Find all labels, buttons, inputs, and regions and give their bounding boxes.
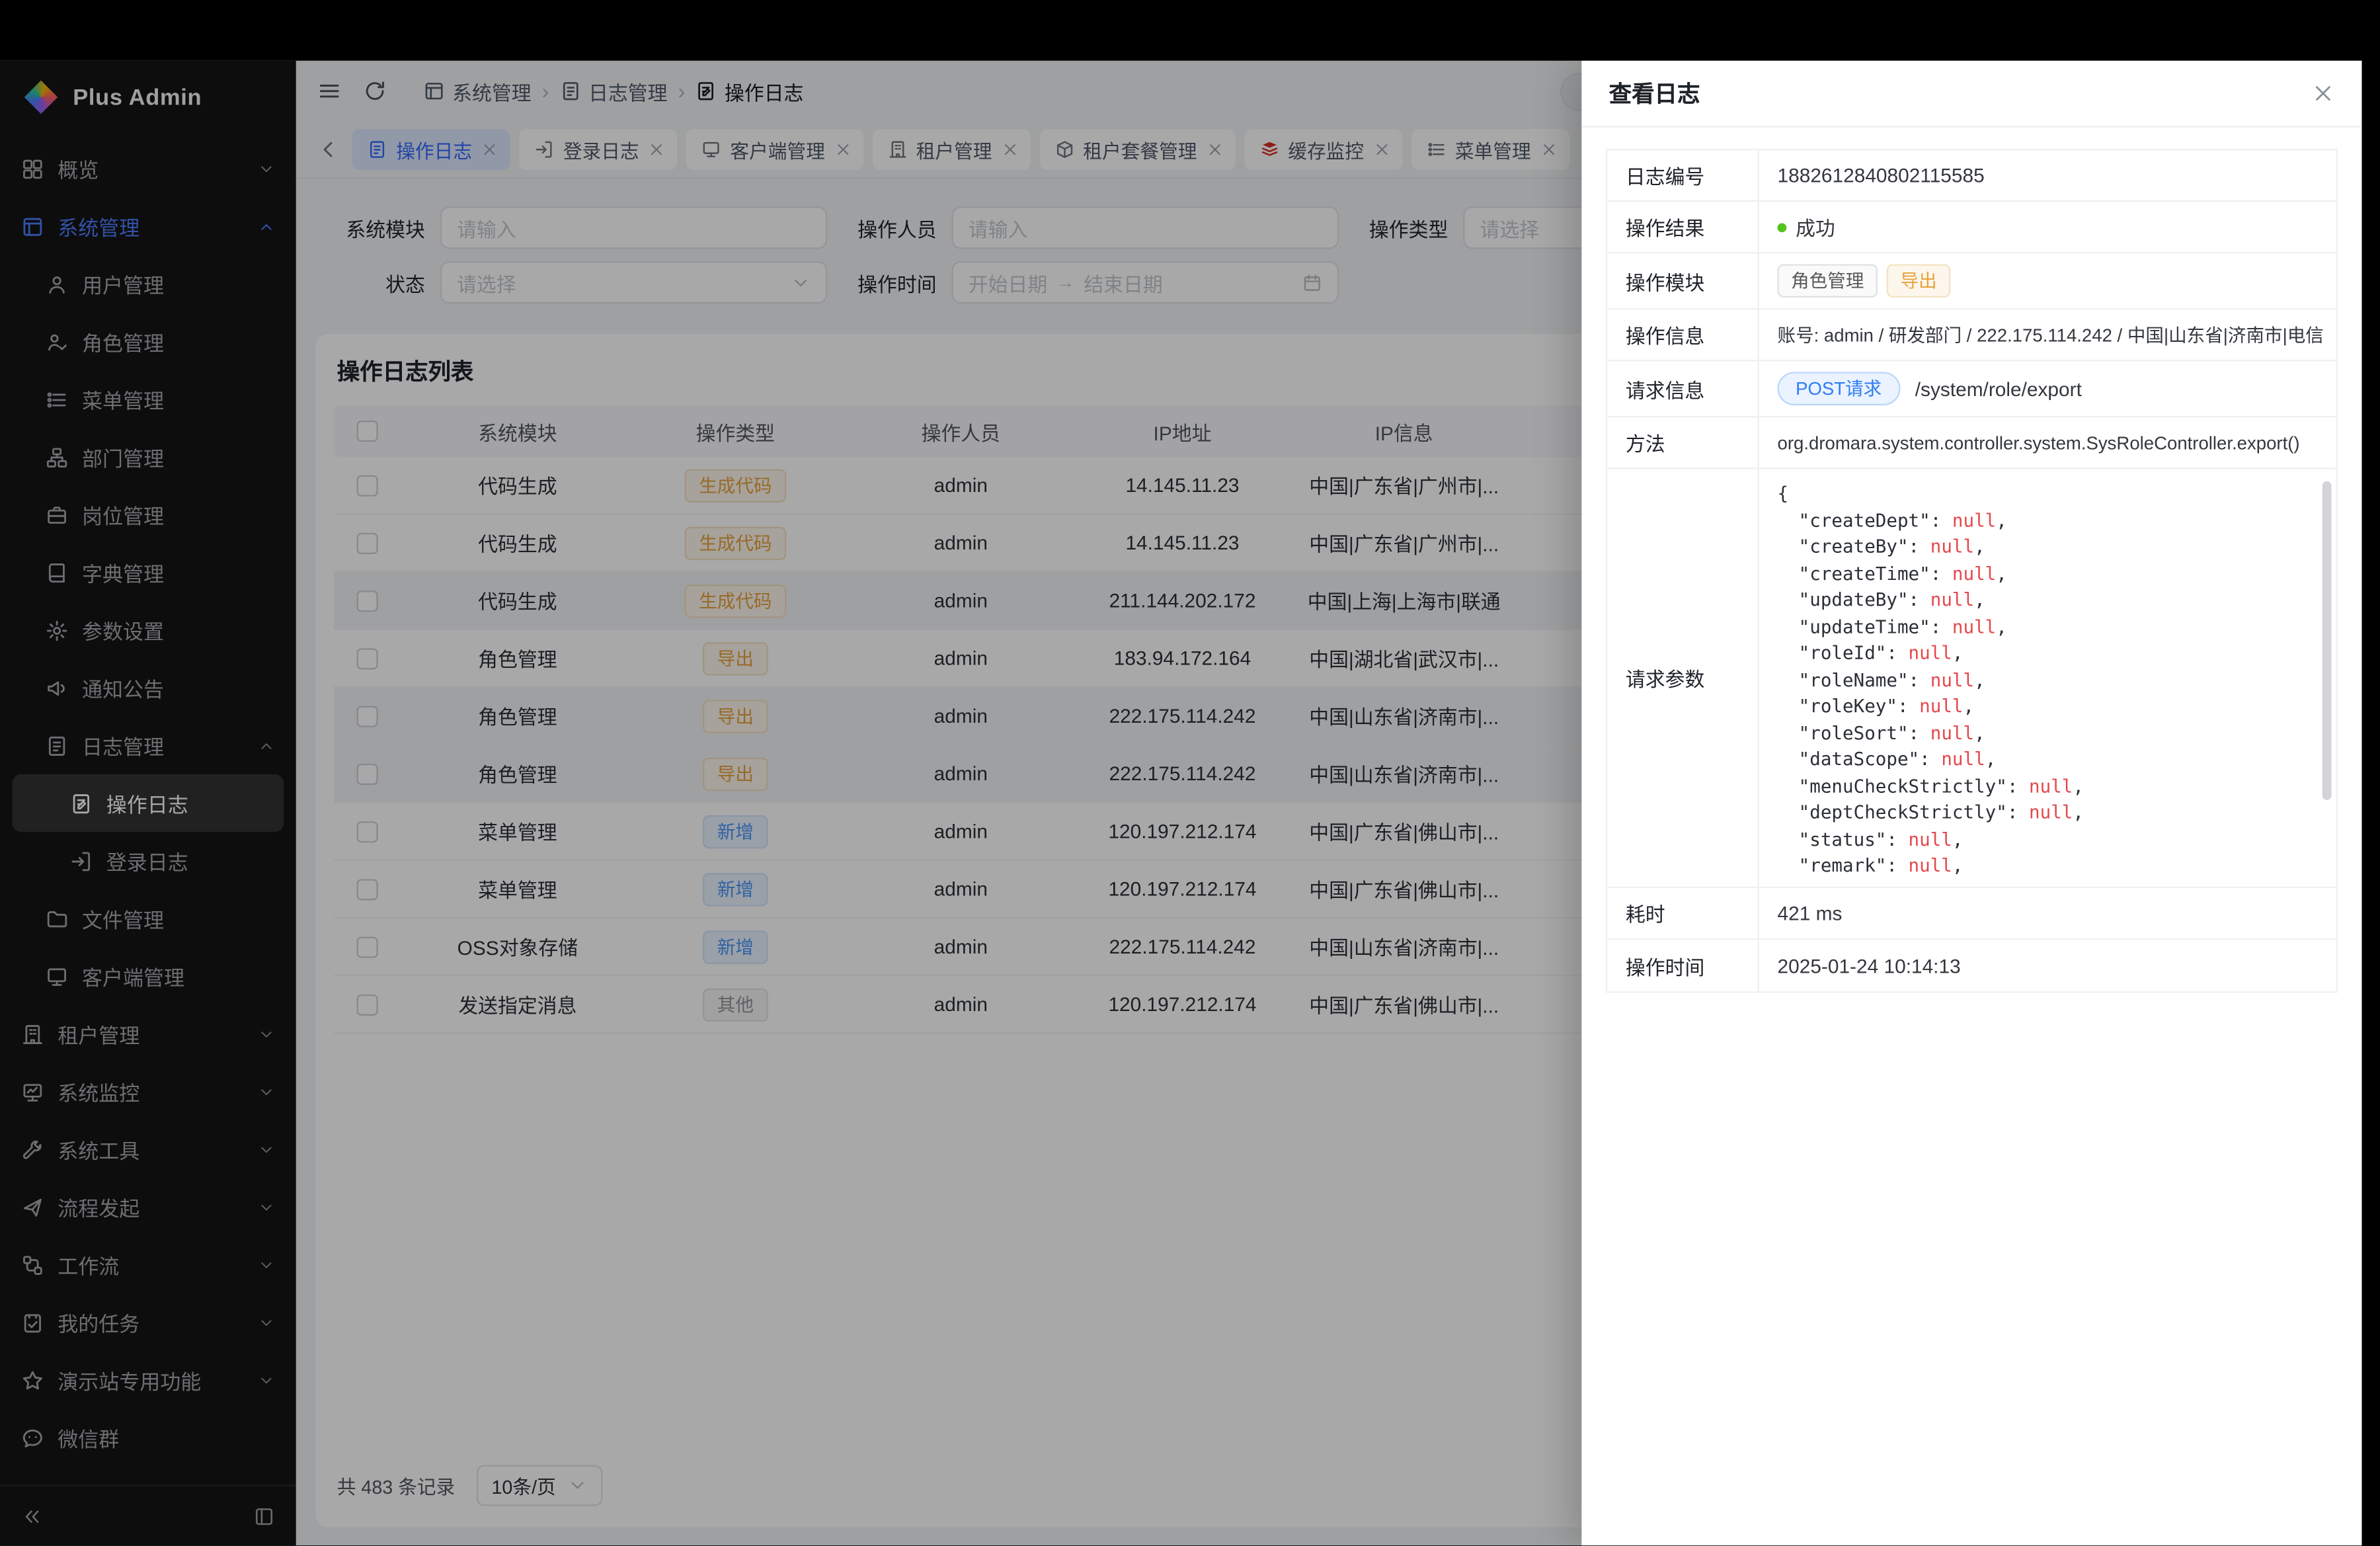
code-scrollbar[interactable]: [2322, 478, 2332, 877]
params-label: 请求参数: [1607, 469, 1759, 886]
drawer-close-icon[interactable]: [2312, 82, 2334, 104]
scrollbar-thumb[interactable]: [2322, 481, 2332, 801]
log-id-label: 日志编号: [1607, 150, 1759, 200]
screen: Plus Admin 概览系统管理用户管理角色管理菜单管理部门管理岗位管理字典管…: [0, 0, 2380, 1545]
params-json-code: {"createDept": null,"createBy": null,"cr…: [1778, 481, 2084, 880]
info-value: 账号: admin / 研发部门 / 222.175.114.242 / 中国|…: [1759, 309, 2336, 360]
view-log-drawer: 查看日志 日志编号 1882612840802115585 操作结果 成功 操作…: [1581, 61, 2361, 1545]
post-method-tag: POST请求: [1778, 372, 1900, 406]
time-label: 操作时间: [1607, 940, 1759, 991]
method-value: org.dromara.system.controller.system.Sys…: [1759, 417, 2336, 468]
duration-label: 耗时: [1607, 888, 1759, 938]
request-label: 请求信息: [1607, 361, 1759, 416]
duration-value: 421 ms: [1759, 888, 2336, 938]
module-tag: 角色管理: [1778, 264, 1878, 298]
drawer-title: 查看日志: [1609, 77, 1700, 109]
result-value: 成功: [1759, 202, 2336, 252]
request-url: /system/role/export: [1915, 378, 2082, 400]
drawer-body: 日志编号 1882612840802115585 操作结果 成功 操作模块 角色…: [1581, 128, 2361, 1014]
request-value: POST请求 /system/role/export: [1759, 361, 2336, 416]
method-label: 方法: [1607, 417, 1759, 468]
log-id-value: 1882612840802115585: [1759, 150, 2336, 200]
drawer-header: 查看日志: [1581, 61, 2361, 128]
info-label: 操作信息: [1607, 309, 1759, 360]
module-label: 操作模块: [1607, 253, 1759, 308]
module-tag: 导出: [1887, 264, 1950, 298]
time-value: 2025-01-24 10:14:13: [1759, 940, 2336, 991]
params-value: {"createDept": null,"createBy": null,"cr…: [1759, 469, 2336, 886]
module-tags: 角色管理导出: [1759, 253, 2336, 308]
result-label: 操作结果: [1607, 202, 1759, 252]
log-detail-table: 日志编号 1882612840802115585 操作结果 成功 操作模块 角色…: [1606, 149, 2338, 993]
success-dot-icon: [1778, 222, 1787, 231]
